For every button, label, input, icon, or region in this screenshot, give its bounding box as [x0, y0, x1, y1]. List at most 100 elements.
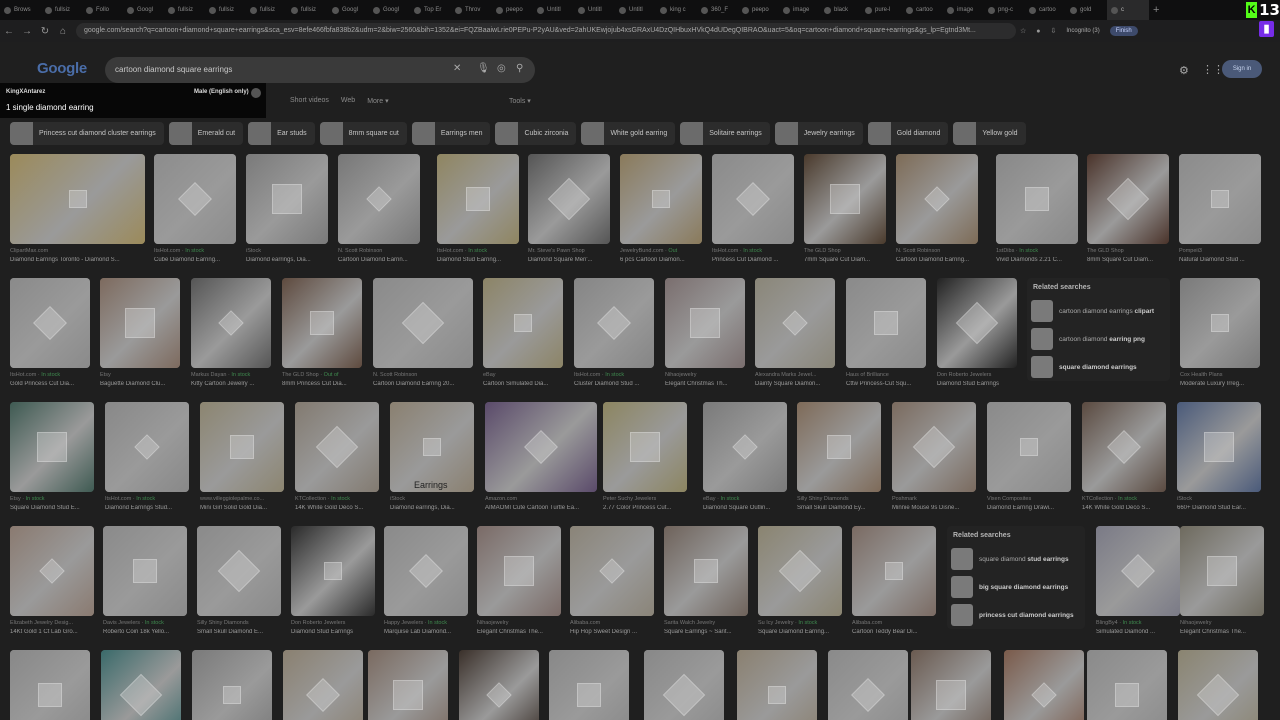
- result-source[interactable]: Poshmark: [892, 496, 976, 502]
- browser-tab[interactable]: c: [1107, 0, 1149, 20]
- download-icon[interactable]: ⇩: [1051, 27, 1057, 35]
- image-result[interactable]: eBay Cartoon Simulated Dia...: [483, 278, 563, 387]
- result-thumbnail[interactable]: [246, 154, 328, 244]
- image-result[interactable]: ItsHot.com · In stock Cube Diamond Earrin…: [154, 154, 236, 263]
- image-result[interactable]: Etsy Baguette Diamond Clu...: [100, 278, 180, 387]
- result-thumbnail[interactable]: [282, 278, 362, 368]
- kick-notification-badge[interactable]: K 13: [1246, 1, 1280, 19]
- result-thumbnail[interactable]: [483, 278, 563, 368]
- result-source[interactable]: Nihaojewelry: [477, 620, 561, 626]
- new-tab-button[interactable]: +: [1153, 4, 1159, 16]
- search-input[interactable]: cartoon diamond square earrings: [115, 65, 232, 74]
- result-title[interactable]: Cartoon Teddy Bear Di...: [852, 629, 936, 635]
- image-result[interactable]: JewelryBund.com · Out 6 pcs Cartoon Diamo…: [620, 154, 702, 263]
- result-thumbnail[interactable]: [846, 278, 926, 368]
- related-search-item[interactable]: square diamond stud earrings: [947, 545, 1085, 573]
- result-thumbnail[interactable]: [191, 278, 271, 368]
- result-thumbnail[interactable]: [437, 154, 519, 244]
- result-title[interactable]: Diamond earrings, Dia...: [246, 257, 328, 263]
- result-title[interactable]: Moderate Luxury Irreg...: [1180, 381, 1260, 387]
- finish-update-button[interactable]: Finish: [1109, 26, 1138, 36]
- result-thumbnail[interactable]: [1096, 526, 1180, 616]
- result-title[interactable]: Square Diamond Earring...: [758, 629, 842, 635]
- result-thumbnail[interactable]: [804, 154, 886, 244]
- browser-tab[interactable]: fullsiz: [205, 0, 246, 20]
- result-source[interactable]: Peter Suchy Jewelers: [603, 496, 687, 502]
- result-thumbnail[interactable]: [295, 402, 379, 492]
- refinement-chip[interactable]: Jewelry earrings: [774, 122, 863, 145]
- result-thumbnail[interactable]: [570, 526, 654, 616]
- image-result[interactable]: Pompeii3 Natural Diamond Stud ...: [1179, 154, 1261, 263]
- image-result[interactable]: [549, 650, 629, 720]
- result-thumbnail[interactable]: [987, 402, 1071, 492]
- result-source[interactable]: Davis Jewelers · In stock: [103, 620, 187, 626]
- result-thumbnail[interactable]: [703, 402, 787, 492]
- result-thumbnail[interactable]: [338, 154, 420, 244]
- result-title[interactable]: Cartoon Diamond Earring...: [896, 257, 978, 263]
- related-search-item[interactable]: cartoon diamond earrings clipart: [1027, 297, 1170, 325]
- result-thumbnail[interactable]: [755, 278, 835, 368]
- apps-grid-icon[interactable]: ⋮⋮: [1202, 63, 1224, 76]
- result-title[interactable]: Vivid Diamonds 2.21 C...: [996, 257, 1078, 263]
- browser-tab[interactable]: fullsiz: [164, 0, 205, 20]
- result-source[interactable]: Mr. Steve's Pawn Shop: [528, 248, 610, 254]
- browser-tab[interactable]: king c: [656, 0, 697, 20]
- result-source[interactable]: ItsHot.com · In stock: [712, 248, 794, 254]
- result-thumbnail[interactable]: [459, 650, 539, 720]
- result-source[interactable]: Amazon.com: [485, 496, 597, 502]
- refinement-chip[interactable]: Ear studs: [248, 122, 315, 145]
- image-result[interactable]: Markus Dayan · In stock Kitty Cartoon Jew…: [191, 278, 271, 387]
- extension-icon[interactable]: ●: [1036, 28, 1040, 35]
- result-thumbnail[interactable]: [1178, 650, 1258, 720]
- star-bookmark-icon[interactable]: ☆: [1020, 27, 1026, 35]
- result-title[interactable]: 7mm Square Cut Diam...: [804, 257, 886, 263]
- browser-tab[interactable]: peepo: [738, 0, 779, 20]
- image-result[interactable]: Nihaojewelry Elegant Christmas The...: [477, 526, 561, 635]
- result-title[interactable]: Elegant Christmas The...: [477, 629, 561, 635]
- result-thumbnail[interactable]: [368, 650, 448, 720]
- result-title[interactable]: 14Kt Gold 1 Ct Lab Gro...: [10, 629, 94, 635]
- image-result[interactable]: [828, 650, 908, 720]
- result-title[interactable]: 660+ Diamond Stud Ear...: [1177, 505, 1261, 511]
- image-result[interactable]: [101, 650, 181, 720]
- result-title[interactable]: 14K White Gold Deco S...: [295, 505, 379, 511]
- forward-arrow-icon[interactable]: →: [18, 26, 36, 37]
- result-thumbnail[interactable]: [665, 278, 745, 368]
- settings-gear-icon[interactable]: ⚙: [1179, 64, 1189, 77]
- image-result[interactable]: ItsHot.com · In stock Diamond Stud Earrin…: [437, 154, 519, 263]
- image-result[interactable]: ItsHot.com · In stock Cluster Diamond Stu…: [574, 278, 654, 387]
- result-source[interactable]: The GLD Shop: [1087, 248, 1169, 254]
- browser-tab[interactable]: fullsiz: [287, 0, 328, 20]
- result-title[interactable]: 8mm Square Cut Diam...: [1087, 257, 1169, 263]
- image-result[interactable]: Silly Shiny Diamonds Small Skull Diamond …: [197, 526, 281, 635]
- result-title[interactable]: Small Skull Diamond E...: [197, 629, 281, 635]
- result-source[interactable]: N. Scott Robinson: [338, 248, 420, 254]
- result-title[interactable]: Diamond Stud Earring...: [437, 257, 519, 263]
- home-icon[interactable]: ⌂: [54, 26, 72, 37]
- result-title[interactable]: 14K White Gold Deco S...: [1082, 505, 1166, 511]
- result-source[interactable]: Etsy: [100, 372, 180, 378]
- result-title[interactable]: Cttw Princess-Cut Squ...: [846, 381, 926, 387]
- image-result[interactable]: Mr. Steve's Pawn Shop Diamond Square Men'…: [528, 154, 610, 263]
- image-result[interactable]: iStock 660+ Diamond Stud Ear...: [1177, 402, 1261, 511]
- image-result[interactable]: Su Icy Jewelry · In stock Square Diamond …: [758, 526, 842, 635]
- result-thumbnail[interactable]: [10, 278, 90, 368]
- browser-tab[interactable]: Googl: [369, 0, 410, 20]
- result-title[interactable]: Roberto Coin 18k Yello...: [103, 629, 187, 635]
- result-source[interactable]: Cox Health Plans: [1180, 372, 1260, 378]
- result-thumbnail[interactable]: [197, 526, 281, 616]
- result-source[interactable]: www.villeggiolepalme.co...: [200, 496, 284, 502]
- result-title[interactable]: Square Diamond Stud E...: [10, 505, 94, 511]
- refinement-chip[interactable]: Yellow gold: [953, 122, 1026, 145]
- result-thumbnail[interactable]: [384, 526, 468, 616]
- result-source[interactable]: ItsHot.com · In stock: [437, 248, 519, 254]
- image-result[interactable]: [459, 650, 539, 720]
- image-result[interactable]: Alibaba.com Cartoon Teddy Bear Di...: [852, 526, 936, 635]
- result-source[interactable]: The GLD Shop · Out of: [282, 372, 362, 378]
- result-title[interactable]: Princess Cut Diamond ...: [712, 257, 794, 263]
- result-title[interactable]: Diamond Stud Earrings: [937, 381, 1017, 387]
- result-title[interactable]: Cartoon Diamond Earrin...: [338, 257, 420, 263]
- result-source[interactable]: Sarita Walch Jewelry: [664, 620, 748, 626]
- image-result[interactable]: The GLD Shop 8mm Square Cut Diam...: [1087, 154, 1169, 263]
- result-title[interactable]: Diamond Square Outlin...: [703, 505, 787, 511]
